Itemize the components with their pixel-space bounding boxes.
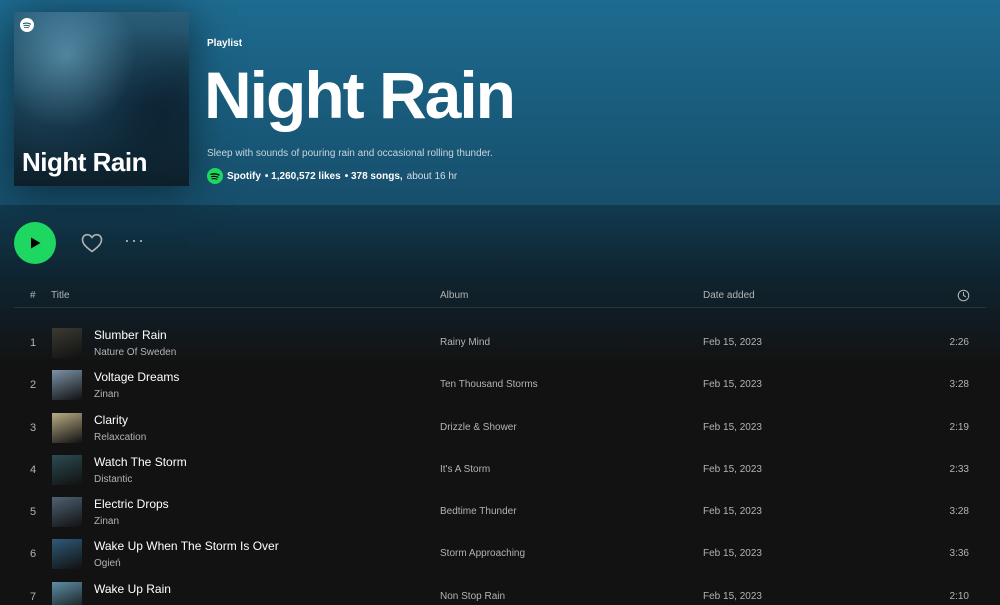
album-thumbnail bbox=[52, 539, 82, 570]
album-thumbnail bbox=[52, 454, 82, 485]
cover-title: Night Rain bbox=[22, 147, 148, 177]
date-added: Feb 15, 2023 bbox=[703, 421, 762, 433]
playlist-cover[interactable]: Night Rain bbox=[14, 12, 189, 186]
track-title[interactable]: Voltage Dreams bbox=[94, 370, 179, 384]
track-title[interactable]: Slumber Rain bbox=[94, 328, 167, 342]
column-date-added[interactable]: Date added bbox=[703, 290, 755, 301]
track-artist[interactable]: Relaxcation bbox=[94, 432, 146, 443]
track-artist[interactable]: Zinan bbox=[94, 516, 119, 527]
track-album[interactable]: Ten Thousand Storms bbox=[440, 379, 538, 390]
track-album[interactable]: Bedtime Thunder bbox=[440, 506, 517, 517]
track-duration: 3:28 bbox=[949, 506, 969, 518]
playlist-type-label: Playlist bbox=[207, 38, 243, 49]
track-number: 2 bbox=[30, 379, 37, 392]
likes-count: • 1,260,572 likes bbox=[264, 170, 341, 182]
track-title[interactable]: Wake Up Rain bbox=[94, 582, 171, 596]
track-number: 1 bbox=[30, 337, 37, 349]
date-added: Feb 15, 2023 bbox=[703, 590, 762, 602]
spotify-logo-icon bbox=[20, 18, 34, 32]
album-thumbnail bbox=[52, 497, 82, 528]
track-duration: 2:26 bbox=[949, 337, 969, 348]
track-number: 3 bbox=[30, 421, 37, 434]
album-thumbnail bbox=[52, 581, 82, 605]
column-title[interactable]: Title bbox=[51, 290, 70, 301]
track-artist[interactable]: Zinan bbox=[94, 389, 119, 400]
playlist-description: Sleep with sounds of pouring rain and oc… bbox=[207, 148, 493, 159]
track-title[interactable]: Clarity bbox=[94, 413, 128, 427]
track-title[interactable]: Electric Drops bbox=[94, 497, 169, 511]
action-bar: ··· bbox=[14, 222, 314, 264]
track-album[interactable]: Rainy Mind bbox=[440, 337, 490, 348]
play-button[interactable] bbox=[14, 222, 56, 264]
column-index: # bbox=[30, 290, 36, 301]
date-added: Feb 15, 2023 bbox=[703, 548, 762, 560]
table-row[interactable]: 1 Slumber Rain Nature Of Sweden Rainy Mind F… bbox=[14, 320, 986, 362]
track-number: 6 bbox=[30, 548, 37, 561]
track-duration: 2:33 bbox=[949, 463, 969, 475]
track-duration: 2:10 bbox=[949, 590, 969, 602]
track-title[interactable]: Wake Up When The Storm Is Over bbox=[94, 539, 279, 553]
track-duration: 2:19 bbox=[949, 421, 969, 433]
track-album[interactable]: Drizzle & Shower bbox=[440, 422, 517, 433]
clock-icon[interactable] bbox=[957, 289, 970, 302]
table-row[interactable]: 2 Voltage Dreams Zinan Ten Thousand Storms F… bbox=[14, 362, 986, 404]
track-duration: 3:28 bbox=[949, 379, 969, 391]
table-row[interactable]: 5 Electric Drops Zinan Bedtime Thunder Feb 1… bbox=[14, 489, 986, 531]
album-thumbnail bbox=[52, 370, 82, 401]
album-thumbnail bbox=[52, 328, 82, 358]
track-artist[interactable]: Nature Of Sweden bbox=[94, 347, 176, 358]
date-added: Feb 15, 2023 bbox=[703, 379, 762, 391]
track-number: 7 bbox=[30, 590, 37, 603]
track-artist[interactable]: Ogień bbox=[94, 558, 121, 569]
column-album[interactable]: Album bbox=[440, 290, 468, 301]
table-row[interactable]: 6 Wake Up When The Storm Is Over Ogień Stor… bbox=[14, 531, 986, 573]
spotify-logo-icon bbox=[207, 168, 223, 184]
page-title: Night Rain bbox=[204, 58, 516, 132]
track-album[interactable]: Storm Approaching bbox=[440, 548, 525, 559]
table-row[interactable]: 4 Watch The Storm Distantic It's A Storm Feb… bbox=[14, 447, 986, 489]
play-icon bbox=[31, 237, 41, 249]
total-duration: about 16 hr bbox=[406, 170, 458, 182]
track-number: 5 bbox=[30, 506, 37, 519]
table-row[interactable]: 3 Clarity Relaxcation Drizzle & Shower Feb 1… bbox=[14, 405, 986, 447]
table-row[interactable]: 7 Wake Up Rain Non Stop Rain Feb 15, 2023 2:… bbox=[14, 574, 986, 605]
date-added: Feb 15, 2023 bbox=[703, 463, 762, 475]
track-album[interactable]: It's A Storm bbox=[440, 464, 490, 475]
track-album[interactable]: Non Stop Rain bbox=[440, 591, 505, 602]
date-added: Feb 15, 2023 bbox=[703, 506, 762, 518]
track-table-header: # Title Album Date added bbox=[14, 284, 986, 308]
track-number: 4 bbox=[30, 463, 37, 476]
playlist-owner-link[interactable]: Spotify bbox=[227, 171, 261, 182]
track-list: 1 Slumber Rain Nature Of Sweden Rainy Mind F… bbox=[14, 320, 986, 605]
track-artist[interactable]: Distantic bbox=[94, 474, 132, 485]
track-title[interactable]: Watch The Storm bbox=[94, 455, 187, 469]
heart-icon[interactable] bbox=[80, 231, 104, 255]
track-duration: 3:36 bbox=[949, 548, 969, 560]
more-options-button[interactable]: ··· bbox=[124, 231, 148, 250]
date-added: Feb 15, 2023 bbox=[703, 337, 762, 348]
album-thumbnail bbox=[52, 412, 82, 443]
songs-count: • 378 songs, bbox=[344, 170, 403, 182]
playlist-meta: Spotify • 1,260,572 likes • 378 songs, a… bbox=[207, 168, 457, 184]
